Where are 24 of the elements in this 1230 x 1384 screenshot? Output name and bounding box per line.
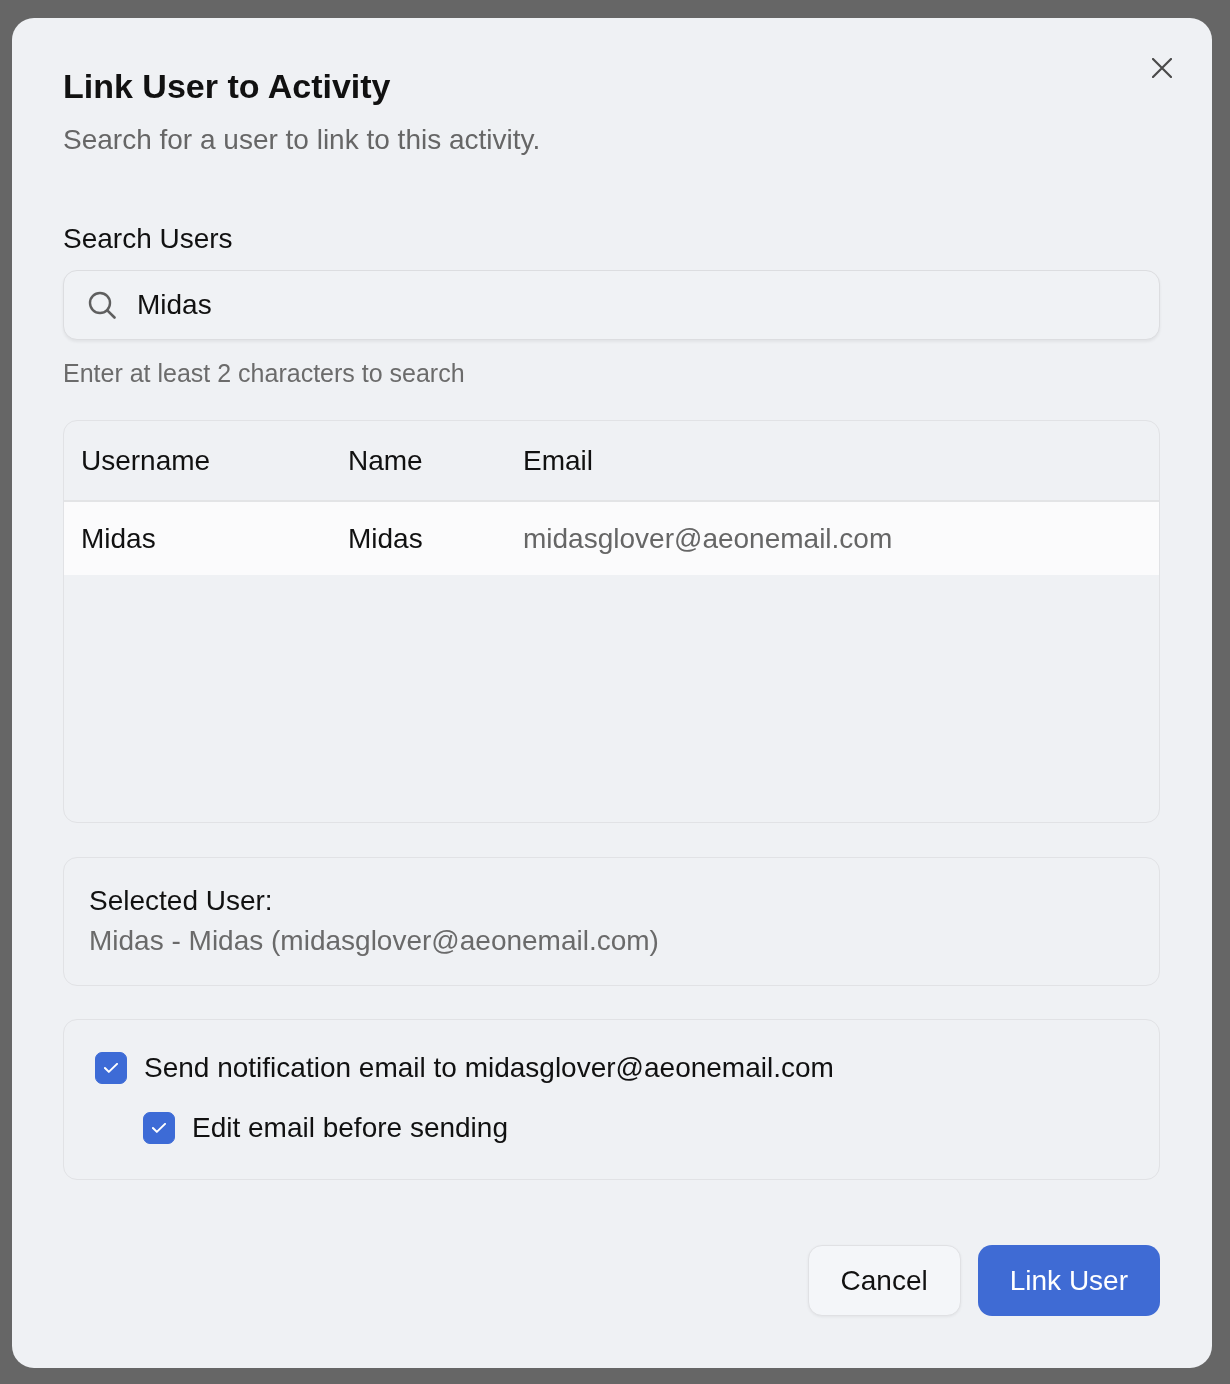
search-hint: Enter at least 2 characters to search (63, 358, 465, 388)
cancel-button[interactable]: Cancel (807, 1245, 961, 1316)
checkbox[interactable] (143, 1112, 175, 1144)
dialog-title: Link User to Activity (63, 66, 391, 106)
table-cell: midasglover@aeonemail.com (523, 521, 893, 556)
link-user-button[interactable]: Link User (977, 1245, 1160, 1316)
checkmark-icon (104, 1063, 118, 1073)
checkbox-label[interactable]: Send notification email to midasglover@aeonemail.com (144, 1051, 834, 1085)
table-cell: Midas (348, 521, 423, 556)
search-icon (88, 291, 116, 319)
checkbox[interactable] (95, 1052, 127, 1084)
search-field[interactable]: Midas (63, 270, 1160, 340)
checkmark-icon (152, 1123, 166, 1133)
column-header[interactable]: Name (348, 443, 423, 478)
checkbox-label[interactable]: Edit email before sending (192, 1111, 508, 1145)
selected-user-label: Selected User: (89, 884, 273, 918)
close-icon[interactable] (1152, 58, 1172, 78)
table-cell: Midas (81, 521, 156, 556)
search-label: Search Users (63, 222, 233, 256)
column-header[interactable]: Email (523, 443, 593, 478)
selected-user-value: Midas - Midas (midasglover@aeonemail.com) (89, 924, 659, 958)
dialog-subtitle: Search for a user to link to this activity. (63, 123, 541, 157)
table-row[interactable]: Midas Midas midasglover@aeonemail.com (64, 502, 1159, 575)
column-header[interactable]: Username (81, 443, 211, 478)
